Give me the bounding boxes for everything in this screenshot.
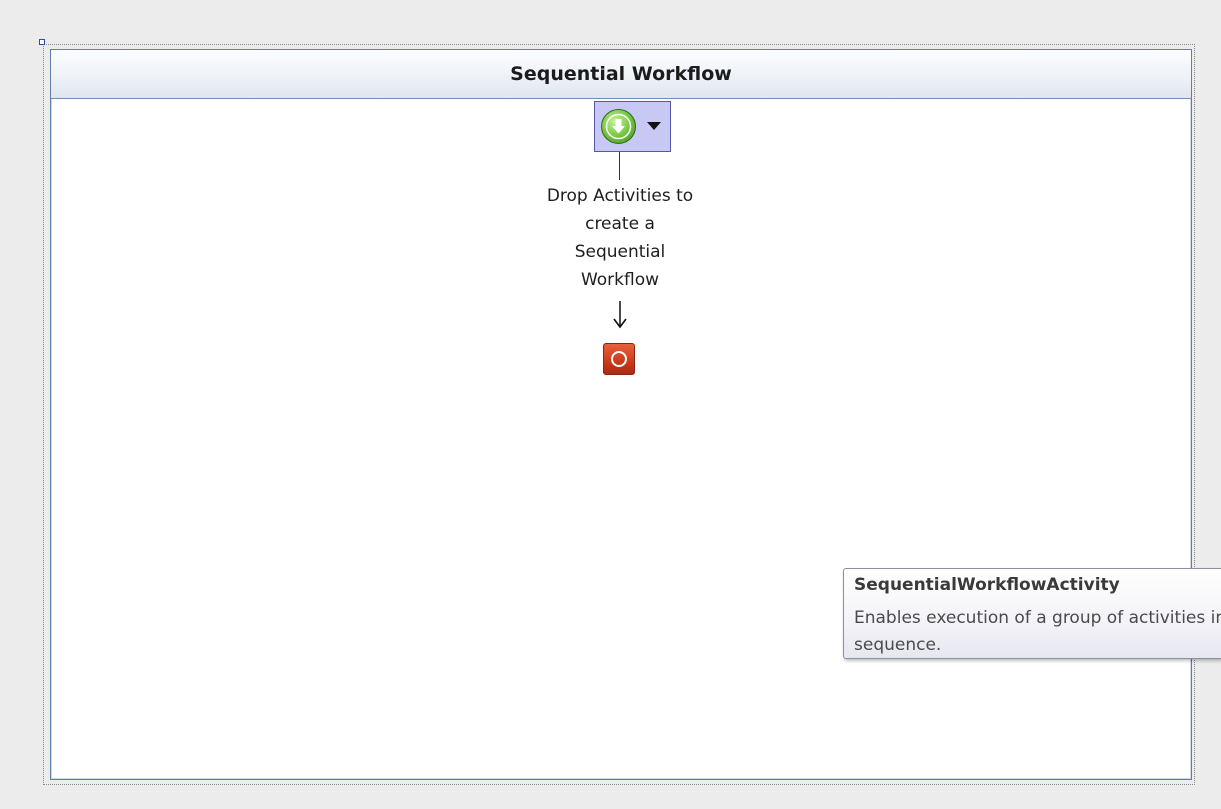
chevron-down-icon[interactable] (647, 122, 661, 130)
tooltip-body: Enables execution of a group of activiti… (854, 608, 1221, 655)
drop-activities-hint[interactable]: Drop Activities to create a Sequential W… (520, 182, 720, 294)
workflow-header[interactable]: Sequential Workflow (51, 50, 1191, 99)
connector-line (619, 152, 620, 180)
activity-tooltip: SequentialWorkflowActivity Enables execu… (843, 568, 1221, 659)
workflow-start-node[interactable] (594, 101, 671, 152)
tooltip-title: SequentialWorkflowActivity (854, 575, 1120, 595)
workflow-title: Sequential Workflow (510, 63, 732, 85)
green-down-arrow-icon (601, 109, 636, 144)
stop-ring (611, 351, 627, 367)
arrow-down-icon (611, 300, 629, 330)
selection-handle[interactable] (39, 39, 45, 45)
designer-canvas[interactable]: Sequential Workflow Drop Activities to c… (0, 0, 1221, 809)
stop-icon[interactable] (603, 343, 635, 375)
sequential-workflow[interactable]: Sequential Workflow (50, 49, 1192, 780)
